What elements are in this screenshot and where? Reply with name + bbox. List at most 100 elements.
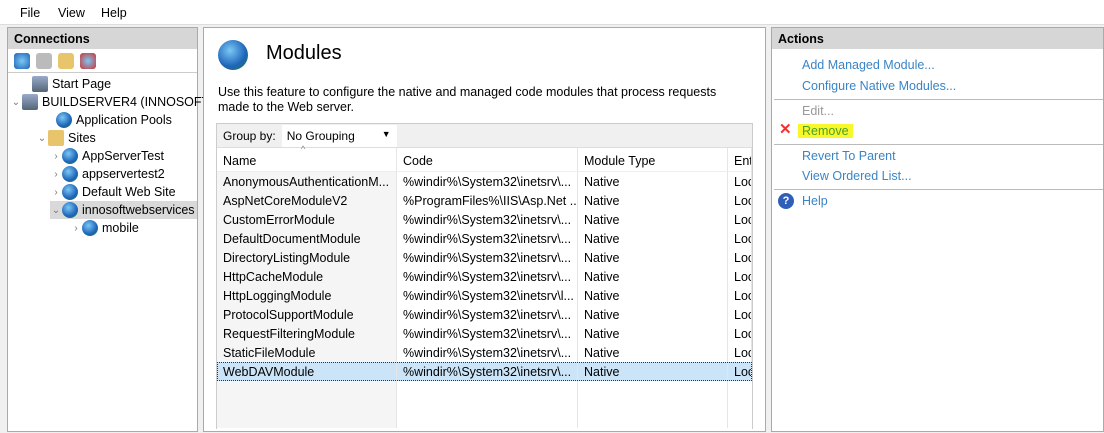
view-ordered-list-link[interactable]: View Ordered List... (802, 169, 912, 183)
column-header-entry-type[interactable]: Entr (728, 148, 752, 171)
cell-code: %windir%\System32\inetsrv\... (397, 324, 578, 343)
cell-name: WebDAVModule (217, 362, 397, 381)
tree-app[interactable]: › mobile (70, 219, 139, 237)
table-row[interactable]: HttpLoggingModule %windir%\System32\inets… (217, 286, 752, 305)
stopped-site-icon (62, 148, 78, 164)
cell-module-type: Native (578, 286, 728, 305)
cell-module-type: Native (578, 305, 728, 324)
chevron-down-icon[interactable]: ⌄ (10, 97, 22, 108)
modules-pane: Modules Use this feature to configure th… (203, 27, 766, 432)
start-page-icon (32, 76, 48, 92)
app-pools-icon (56, 112, 72, 128)
cell-code: %windir%\System32\inetsrv\... (397, 210, 578, 229)
cell-name: HttpCacheModule (217, 267, 397, 286)
cell-entry-type: Loc (728, 210, 752, 229)
table-row[interactable]: RequestFilteringModule %windir%\System32\… (217, 324, 752, 343)
list-header: Name Code Module Type Entr ^ (217, 144, 752, 172)
cell-code: %windir%\System32\inetsrv\... (397, 172, 578, 191)
table-row[interactable]: DirectoryListingModule %windir%\System32\… (217, 248, 752, 267)
actions-pane: Actions Add Managed Module... Configure … (771, 27, 1104, 432)
cell-code: %windir%\System32\inetsrv\... (397, 305, 578, 324)
cell-code: %windir%\System32\inetsrv\... (397, 343, 578, 362)
cell-code: %windir%\System32\inetsrv\... (397, 229, 578, 248)
chevron-right-icon[interactable]: › (50, 169, 62, 180)
cell-entry-type: Loc (728, 267, 752, 286)
tree-site[interactable]: › appservertest2 (50, 165, 165, 183)
connect-icon[interactable] (14, 52, 30, 69)
cell-module-type: Native (578, 324, 728, 343)
chevron-right-icon[interactable]: › (70, 223, 82, 234)
group-by-select[interactable]: No Grouping ▼ (281, 124, 397, 147)
table-row[interactable]: AnonymousAuthenticationM... %windir%\Syst… (217, 172, 752, 191)
globe-icon (62, 184, 78, 200)
cell-code: %windir%\System32\inetsrv\... (397, 362, 578, 381)
table-row[interactable]: AspNetCoreModuleV2 %ProgramFiles%\IIS\Asp… (217, 191, 752, 210)
column-header-name[interactable]: Name (217, 148, 397, 171)
cell-name: DirectoryListingModule (217, 248, 397, 267)
column-header-code[interactable]: Code (397, 148, 578, 171)
modules-list: Group by: No Grouping ▼ Name Code Module … (216, 123, 753, 429)
cell-code: %ProgramFiles%\IIS\Asp.Net ... (397, 191, 578, 210)
cell-module-type: Native (578, 343, 728, 362)
help-link[interactable]: Help (802, 194, 828, 208)
cell-module-type: Native (578, 191, 728, 210)
column-header-module-type[interactable]: Module Type (578, 148, 728, 171)
cell-module-type: Native (578, 210, 728, 229)
tree-site[interactable]: › AppServerTest (50, 147, 164, 165)
tree-start-page[interactable]: Start Page (20, 75, 111, 93)
up-folder-icon[interactable] (58, 52, 74, 69)
table-row[interactable]: CustomErrorModule %windir%\System32\inets… (217, 210, 752, 229)
menu-help[interactable]: Help (101, 6, 127, 20)
remove-x-icon: ✕ (779, 121, 792, 138)
help-icon: ? (778, 193, 794, 209)
table-row[interactable]: StaticFileModule %windir%\System32\inetsr… (217, 343, 752, 362)
remove-link[interactable]: Remove (798, 124, 853, 138)
save-icon[interactable] (36, 52, 52, 69)
revert-to-parent-link[interactable]: Revert To Parent (802, 149, 896, 163)
chevron-right-icon[interactable]: › (50, 151, 62, 162)
application-icon (82, 220, 98, 236)
sites-folder-icon (48, 130, 64, 146)
modules-icon (218, 40, 248, 70)
page-description: Use this feature to configure the native… (218, 85, 717, 114)
cell-name: DefaultDocumentModule (217, 229, 397, 248)
connections-title: Connections (8, 28, 197, 49)
table-row[interactable]: DefaultDocumentModule %windir%\System32\i… (217, 229, 752, 248)
table-row[interactable]: HttpCacheModule %windir%\System32\inetsrv… (217, 267, 752, 286)
disconnect-icon[interactable] (80, 52, 96, 69)
cell-name: ProtocolSupportModule (217, 305, 397, 324)
cell-entry-type: Loc (728, 343, 752, 362)
chevron-down-icon[interactable]: ⌄ (50, 205, 62, 216)
sort-caret-icon: ^ (301, 144, 306, 154)
chevron-right-icon[interactable]: › (50, 187, 62, 198)
menu-file[interactable]: File (20, 6, 40, 20)
menu-view[interactable]: View (58, 6, 85, 20)
chevron-down-icon[interactable]: ⌄ (36, 133, 48, 144)
cell-code: %windir%\System32\inetsrv\l... (397, 286, 578, 305)
table-row[interactable]: WebDAVModule %windir%\System32\inetsrv\..… (217, 362, 752, 381)
add-managed-module-link[interactable]: Add Managed Module... (802, 58, 935, 72)
connections-pane: Connections Start Page ⌄ BUILDSERVER4 (IN… (7, 27, 218, 432)
cell-name: StaticFileModule (217, 343, 397, 362)
tree-sites[interactable]: ⌄ Sites (36, 129, 96, 147)
cell-entry-type: Loc (728, 362, 752, 381)
cell-entry-type: Loc (728, 305, 752, 324)
tree-server[interactable]: ⌄ BUILDSERVER4 (INNOSOFTV (10, 93, 218, 111)
dropdown-arrow-icon: ▼ (381, 128, 391, 139)
cell-entry-type: Loc (728, 248, 752, 267)
cell-entry-type: Loc (728, 172, 752, 191)
cell-name: RequestFilteringModule (217, 324, 397, 343)
actions-title: Actions (772, 28, 1103, 49)
cell-name: AnonymousAuthenticationM... (217, 172, 397, 191)
cell-name: CustomErrorModule (217, 210, 397, 229)
cell-entry-type: Loc (728, 324, 752, 343)
tree-site[interactable]: › Default Web Site (50, 183, 176, 201)
tree-site-selected[interactable]: ⌄ innosoftwebservices (50, 201, 197, 219)
edit-link: Edit... (802, 104, 834, 118)
cell-code: %windir%\System32\inetsrv\... (397, 267, 578, 286)
configure-native-modules-link[interactable]: Configure Native Modules... (802, 79, 956, 93)
table-row[interactable]: ProtocolSupportModule %windir%\System32\i… (217, 305, 752, 324)
cell-entry-type: Loc (728, 229, 752, 248)
tree-app-pools[interactable]: Application Pools (56, 111, 172, 129)
page-title: Modules (266, 42, 342, 64)
